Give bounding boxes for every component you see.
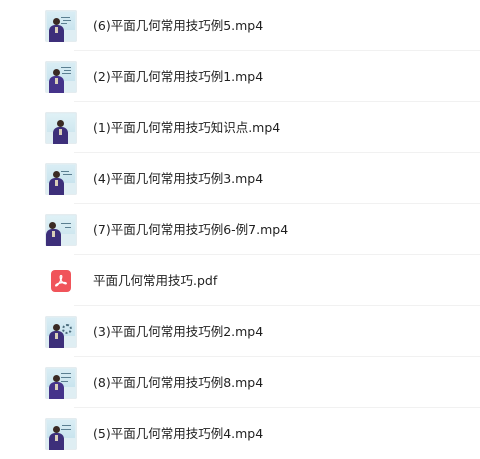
file-row[interactable]: (2)平面几何常用技巧例1.mp4: [0, 51, 480, 102]
video-thumbnail-icon: [45, 316, 77, 348]
file-name[interactable]: (5)平面几何常用技巧例4.mp4: [93, 426, 263, 442]
file-row[interactable]: (6)平面几何常用技巧例5.mp4: [0, 0, 480, 51]
file-name[interactable]: 平面几何常用技巧.pdf: [93, 273, 217, 289]
file-name[interactable]: (6)平面几何常用技巧例5.mp4: [93, 18, 263, 34]
file-row[interactable]: (7)平面几何常用技巧例6-例7.mp4: [0, 204, 480, 255]
file-name[interactable]: (1)平面几何常用技巧知识点.mp4: [93, 120, 280, 136]
file-row[interactable]: (1)平面几何常用技巧知识点.mp4: [0, 102, 480, 153]
video-thumbnail-icon: [45, 61, 77, 93]
pdf-file-icon: [51, 270, 71, 292]
file-name[interactable]: (3)平面几何常用技巧例2.mp4: [93, 324, 263, 340]
video-thumbnail-icon: [45, 10, 77, 42]
video-thumbnail-icon: [45, 367, 77, 399]
video-thumbnail-icon: [45, 112, 77, 144]
video-thumbnail-icon: [45, 163, 77, 195]
file-name[interactable]: (7)平面几何常用技巧例6-例7.mp4: [93, 222, 288, 238]
file-row[interactable]: (3)平面几何常用技巧例2.mp4: [0, 306, 480, 357]
file-name[interactable]: (4)平面几何常用技巧例3.mp4: [93, 171, 263, 187]
file-row[interactable]: (8)平面几何常用技巧例8.mp4: [0, 357, 480, 408]
file-list: (6)平面几何常用技巧例5.mp4 (2)平面几何常用技巧例1.mp4 (1)平…: [0, 0, 480, 457]
file-row[interactable]: 平面几何常用技巧.pdf: [0, 255, 480, 306]
file-name[interactable]: (8)平面几何常用技巧例8.mp4: [93, 375, 263, 391]
file-row[interactable]: (5)平面几何常用技巧例4.mp4: [0, 408, 480, 459]
video-thumbnail-icon: [45, 418, 77, 450]
video-thumbnail-icon: [45, 214, 77, 246]
file-row[interactable]: (4)平面几何常用技巧例3.mp4: [0, 153, 480, 204]
file-name[interactable]: (2)平面几何常用技巧例1.mp4: [93, 69, 263, 85]
